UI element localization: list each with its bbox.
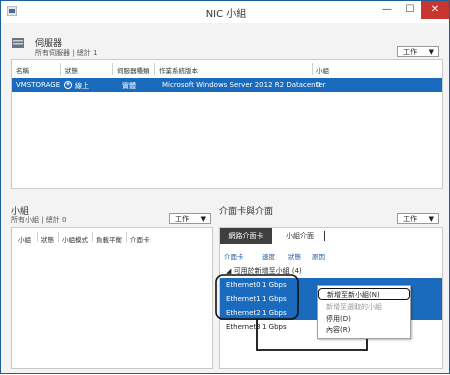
tab-network-adapters[interactable]: 網路介面卡	[220, 228, 272, 244]
chevron-down-icon: ▼	[428, 215, 434, 223]
teams-tasks-label: 工作	[175, 215, 189, 223]
menu-properties[interactable]: 內容(R)	[318, 324, 410, 336]
adapter-speed: 1 Gbps	[262, 309, 287, 317]
servers-table: 名稱 狀態 伺服器種類 作業系統版本 小組 VMSTORAGE 線上 實體 Mi…	[11, 59, 443, 189]
adapter-speed: 1 Gbps	[262, 295, 287, 303]
servers-tasks-label: 工作	[403, 48, 417, 56]
server-type: 實體	[122, 82, 136, 90]
adapter-name: Ethernet2	[226, 309, 261, 317]
close-button[interactable]: ✕	[421, 1, 449, 19]
col-load-balance[interactable]: 負載平衡	[96, 234, 122, 244]
server-teams: 0	[316, 81, 321, 89]
server-icon	[12, 38, 24, 48]
title-bar: NIC 小組 — ☐ ✕	[1, 1, 449, 23]
nic-teaming-app-icon	[7, 6, 17, 16]
teams-subheading: 所有小組 | 總計 0	[11, 216, 67, 224]
adapter-name: Ethernet1	[226, 295, 261, 303]
col-teams[interactable]: 小組	[316, 65, 329, 75]
group-header[interactable]: ◢ 可用於新增至小組 (4)	[226, 266, 302, 276]
teams-tasks-button[interactable]: 工作 ▼	[169, 213, 211, 224]
server-status: 線上	[75, 82, 89, 90]
collapse-triangle-icon: ◢	[226, 267, 232, 275]
col-adapter[interactable]: 介面卡	[224, 251, 244, 261]
context-menu: 新增至新小組(N) 新增至選取的小組 停用(D) 內容(R)	[317, 285, 411, 339]
adapters-tasks-button[interactable]: 工作 ▼	[397, 213, 439, 224]
nic-teaming-window: NIC 小組 — ☐ ✕ 伺服器 所有伺服器 | 總計 1 工作 ▼ 名稱 狀態…	[0, 0, 450, 374]
col-name[interactable]: 名稱	[16, 65, 29, 75]
menu-add-to-new-team[interactable]: 新增至新小組(N)	[318, 288, 410, 300]
col-state[interactable]: 狀態	[288, 251, 301, 261]
servers-subheading: 所有伺服器 | 總計 1	[35, 49, 98, 57]
servers-tasks-button[interactable]: 工作 ▼	[397, 46, 439, 57]
table-row[interactable]: VMSTORAGE 線上 實體 Microsoft Windows Server…	[12, 78, 442, 92]
group-label: 可用於新增至小組 (4)	[233, 267, 302, 275]
chevron-down-icon: ▼	[428, 48, 434, 56]
minimize-button[interactable]: —	[376, 1, 398, 19]
menu-add-to-selected-team[interactable]: 新增至選取的小組	[318, 301, 410, 313]
tab-team-interfaces[interactable]: 小組介面	[276, 228, 324, 244]
col-adapters[interactable]: 介面卡	[130, 234, 150, 244]
col-team[interactable]: 小組	[18, 234, 31, 244]
col-server-type[interactable]: 伺服器種類	[117, 65, 150, 75]
adapter-name: Ethernet3	[226, 323, 261, 331]
online-status-icon	[64, 81, 72, 89]
col-status[interactable]: 狀態	[65, 65, 78, 75]
col-reason[interactable]: 原因	[312, 251, 325, 261]
teams-table: 小組 狀態 小組模式 負載平衡 介面卡	[11, 227, 213, 369]
adapters-heading: 介面卡與介面	[219, 207, 274, 217]
adapter-speed: 1 Gbps	[262, 323, 287, 331]
server-os: Microsoft Windows Server 2012 R2 Datacen…	[162, 81, 326, 89]
chevron-down-icon: ▼	[200, 215, 206, 223]
col-os-version[interactable]: 作業系統版本	[159, 65, 198, 75]
adapter-speed: 1 Gbps	[262, 281, 287, 289]
adapters-tasks-label: 工作	[403, 215, 417, 223]
server-name: VMSTORAGE	[16, 81, 61, 89]
col-team-status[interactable]: 狀態	[41, 234, 54, 244]
col-team-mode[interactable]: 小組模式	[62, 234, 88, 244]
window-title: NIC 小組	[205, 9, 247, 20]
col-speed[interactable]: 速度	[262, 251, 275, 261]
adapter-name: Ethernet0	[226, 281, 261, 289]
maximize-button[interactable]: ☐	[399, 1, 421, 19]
